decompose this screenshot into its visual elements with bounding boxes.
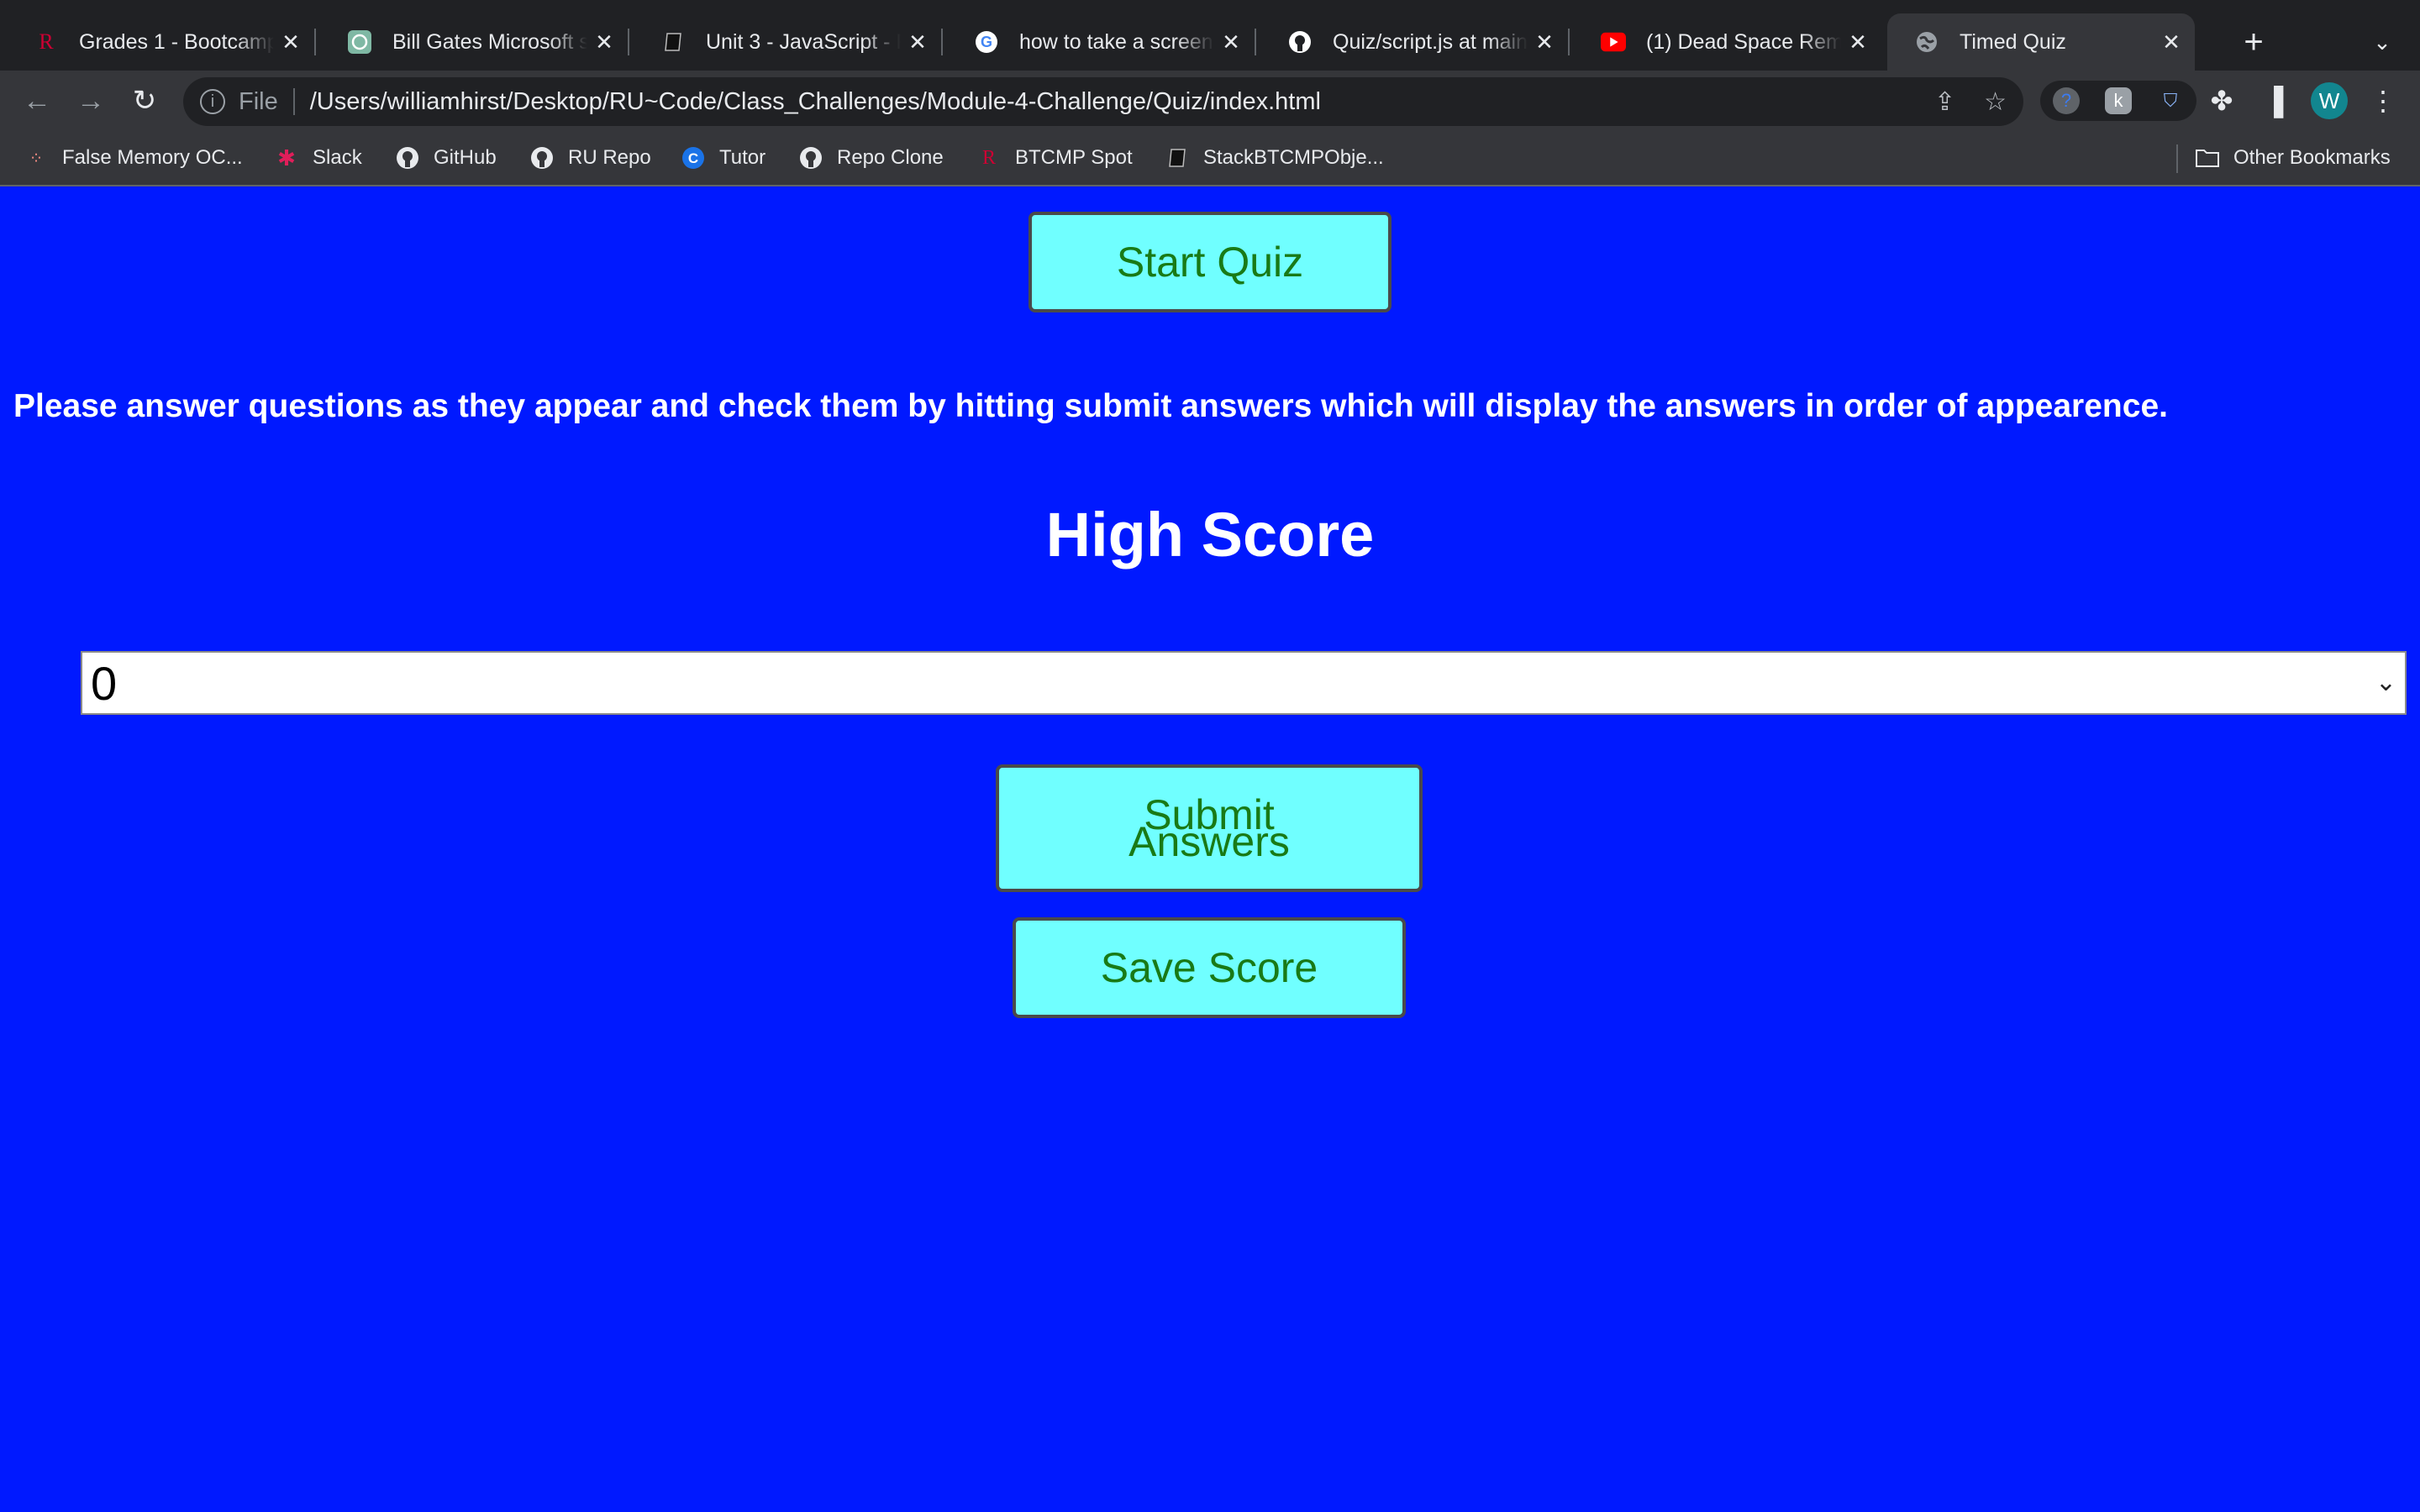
book-icon: [1165, 145, 1190, 171]
tab-title: Grades 1 - Bootcamp: [79, 29, 274, 54]
instructions-text: Please answer questions as they appear a…: [13, 388, 2168, 424]
github-icon: [798, 145, 823, 171]
save-score-button[interactable]: Save Score: [1013, 917, 1406, 1018]
bookmark-label: BTCMP Spot: [1015, 146, 1133, 169]
high-score-selected-value: 0: [91, 656, 118, 710]
reload-button[interactable]: ↻: [123, 79, 166, 123]
extension-shield-icon[interactable]: ⛉: [2157, 87, 2184, 114]
address-bar[interactable]: i File /Users/williamhirst/Desktop/RU~Co…: [183, 77, 2023, 126]
bookmark-ru-repo[interactable]: RU Repo: [529, 141, 651, 175]
svg-text:G: G: [981, 34, 992, 50]
github-icon: [395, 145, 420, 171]
bookmarks-separator: [2176, 144, 2178, 173]
bookmark-repo-clone[interactable]: Repo Clone: [798, 141, 944, 175]
back-button[interactable]: ←: [15, 79, 59, 123]
address-url[interactable]: /Users/williamhirst/Desktop/RU~Code/Clas…: [310, 88, 1321, 116]
tab-separator: [314, 29, 316, 55]
bookmark-label: False Memory OC...: [62, 146, 243, 169]
rutgers-r-icon: R: [981, 146, 996, 169]
tab-separator: [1568, 29, 1570, 55]
tab-title: Timed Quiz: [1960, 29, 2066, 54]
tab-separator: [941, 29, 943, 55]
bookmarks-bar: ⁘ False Memory OC... ✱ Slack GitHub RU R…: [0, 131, 2420, 186]
extension-chat-icon[interactable]: ?: [2053, 87, 2080, 114]
github-icon: [1287, 29, 1313, 55]
tab-title: Bill Gates Microsoft st: [392, 29, 587, 54]
new-tab-button[interactable]: +: [2235, 17, 2272, 67]
dots-icon: ⁘: [29, 149, 44, 168]
tab-youtube[interactable]: (1) Dead Space Rema ✕: [1574, 13, 1881, 71]
google-icon: G: [974, 29, 999, 55]
close-icon[interactable]: ✕: [1214, 29, 1248, 55]
high-score-title: High Score: [1045, 500, 1375, 570]
high-score-select[interactable]: 0 ⌄: [81, 651, 2407, 715]
rutgers-r-icon: R: [39, 29, 54, 54]
tab-strip: R Grades 1 - Bootcamp ✕ Bill Gates Micro…: [0, 0, 2420, 71]
bookmark-label: StackBTCMPObje...: [1203, 146, 1384, 169]
slack-icon: ✱: [277, 144, 296, 171]
info-icon[interactable]: i: [200, 89, 225, 114]
bookmark-label: GitHub: [434, 146, 497, 169]
bookmark-tutor[interactable]: C Tutor: [681, 141, 765, 175]
browser-toolbar: ← → ↻ i File /Users/williamhirst/Desktop…: [0, 71, 2420, 131]
close-icon[interactable]: ✕: [274, 29, 308, 55]
close-icon[interactable]: ✕: [901, 29, 934, 55]
bookmark-slack[interactable]: ✱ Slack: [274, 141, 362, 175]
tab-unit3[interactable]: Unit 3 - JavaScript - F ✕: [634, 13, 943, 71]
address-scheme: File: [239, 87, 278, 115]
profile-avatar[interactable]: W: [2311, 82, 2348, 119]
svg-text:C: C: [688, 150, 698, 166]
tab-title: how to take a screens: [1019, 29, 1214, 54]
close-icon[interactable]: ✕: [1528, 29, 1561, 55]
github-icon: [529, 145, 555, 171]
youtube-icon: [1601, 29, 1626, 55]
bookmark-star-icon[interactable]: ☆: [1984, 87, 2007, 117]
folder-icon: [2195, 145, 2220, 171]
forward-button[interactable]: →: [69, 79, 113, 123]
bookmark-github[interactable]: GitHub: [395, 141, 497, 175]
close-icon[interactable]: ✕: [587, 29, 621, 55]
menu-kebab-icon[interactable]: ⋮: [2361, 79, 2405, 123]
bookmark-false-memory[interactable]: ⁘ False Memory OC...: [24, 141, 243, 175]
close-icon[interactable]: ✕: [1841, 29, 1875, 55]
close-icon[interactable]: ✕: [2154, 29, 2188, 55]
extensions-puzzle-icon[interactable]: ✤: [2200, 79, 2244, 123]
submit-button-line2: Answers: [1128, 818, 1290, 865]
bookmark-btcmp-spot[interactable]: R BTCMP Spot: [976, 141, 1133, 175]
tab-title: Unit 3 - JavaScript - F: [706, 29, 901, 54]
quiz-page: Start Quiz Please answer questions as th…: [0, 186, 2420, 1512]
globe-icon: [1914, 29, 1939, 55]
start-quiz-button[interactable]: Start Quiz: [1028, 212, 1392, 312]
submit-answers-button[interactable]: Submit Answers: [996, 764, 1423, 892]
bookmark-label: RU Repo: [568, 146, 651, 169]
tab-google[interactable]: G how to take a screens ✕: [947, 13, 1256, 71]
bookmark-other-bookmarks[interactable]: Other Bookmarks: [2195, 141, 2391, 175]
tab-separator: [628, 29, 629, 55]
tab-title: Quiz/script.js at main: [1333, 29, 1528, 54]
extension-k-icon[interactable]: k: [2105, 87, 2132, 114]
tab-timed-quiz[interactable]: Timed Quiz ✕: [1887, 13, 2195, 71]
tab-github-script[interactable]: Quiz/script.js at main ✕: [1260, 13, 1570, 71]
share-icon[interactable]: ⇪: [1934, 87, 1955, 117]
bookmark-label: Other Bookmarks: [2233, 146, 2391, 169]
bookmark-label: Repo Clone: [837, 146, 944, 169]
bookmark-label: Slack: [313, 146, 362, 169]
extensions-area: ? k ⛉: [2040, 81, 2196, 121]
tab-grades[interactable]: R Grades 1 - Bootcamp ✕: [7, 13, 316, 71]
tab-search-chevron-icon[interactable]: ⌄: [2365, 17, 2399, 67]
side-panel-icon[interactable]: ▐: [2252, 79, 2296, 123]
chevron-down-icon: ⌄: [2375, 669, 2396, 696]
tab-separator: [1255, 29, 1256, 55]
address-divider: [292, 88, 295, 115]
bookmark-stackbtcmp[interactable]: StackBTCMPObje...: [1165, 141, 1384, 175]
book-icon: [660, 29, 686, 55]
tab-title: (1) Dead Space Rema: [1646, 29, 1841, 54]
tab-chatgpt[interactable]: Bill Gates Microsoft st ✕: [320, 13, 629, 71]
tutor-icon: C: [681, 145, 706, 171]
chatgpt-icon: [347, 29, 372, 55]
bookmark-label: Tutor: [719, 146, 766, 169]
